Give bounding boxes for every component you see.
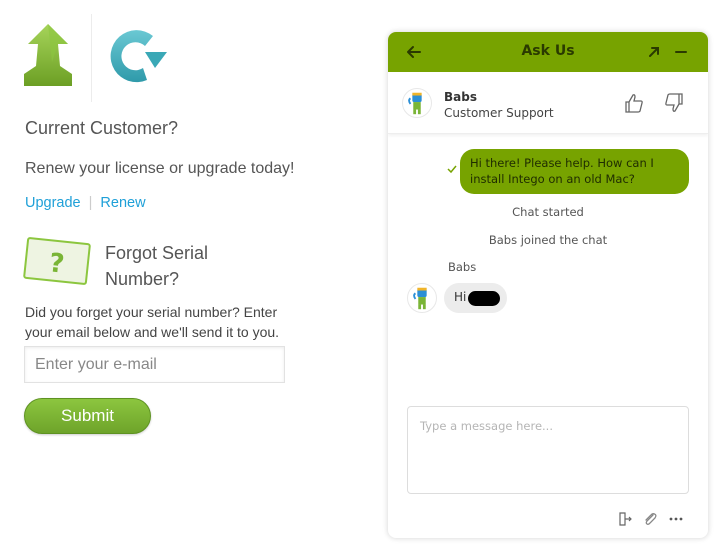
current-customer-heading: Current Customer? xyxy=(25,118,179,138)
svg-text:?: ? xyxy=(48,248,66,279)
agent-avatar xyxy=(402,88,432,118)
chat-widget: Ask Us Babs Customer Support Hi there! P… xyxy=(388,32,708,538)
chat-header: Ask Us xyxy=(388,32,708,72)
forgot-serial-heading: Forgot Serial Number? xyxy=(105,243,209,289)
upgrade-arrow-icon xyxy=(24,24,72,86)
submit-button[interactable]: Submit xyxy=(24,398,151,434)
more-icon[interactable] xyxy=(668,511,684,527)
outgoing-message: Hi there! Please help. How can I install… xyxy=(460,149,689,194)
sent-check-icon xyxy=(447,165,457,174)
incoming-message-text: Hi xyxy=(454,290,467,304)
agent-bar: Babs Customer Support xyxy=(388,72,708,134)
incoming-message: Hi xyxy=(444,283,507,313)
message-sender: Babs xyxy=(448,260,477,274)
renew-link[interactable]: Renew xyxy=(100,195,145,211)
minimize-icon[interactable] xyxy=(673,44,689,60)
upgrade-link[interactable]: Upgrade xyxy=(25,195,81,211)
agent-mascot-icon xyxy=(408,92,422,115)
product-logos xyxy=(22,14,182,102)
email-input[interactable] xyxy=(24,346,285,383)
agent-mascot-icon xyxy=(413,287,427,310)
system-message: Chat started xyxy=(512,205,584,219)
logo-divider xyxy=(91,14,92,102)
message-input[interactable] xyxy=(407,406,689,494)
renew-circle-icon xyxy=(110,30,167,83)
customer-links: Upgrade | Renew xyxy=(25,195,146,211)
agent-role: Customer Support xyxy=(444,106,554,120)
attach-icon[interactable] xyxy=(642,511,658,527)
popout-icon[interactable] xyxy=(646,44,662,60)
thumbs-down-icon[interactable] xyxy=(664,92,684,114)
message-avatar xyxy=(407,283,437,313)
agent-name: Babs xyxy=(444,90,477,104)
end-chat-icon[interactable] xyxy=(617,511,633,527)
renew-prompt: Renew your license or upgrade today! xyxy=(25,160,295,177)
thumbs-up-icon[interactable] xyxy=(624,92,644,114)
link-separator: | xyxy=(88,195,93,211)
system-message: Babs joined the chat xyxy=(488,233,608,247)
serial-card-icon: ? xyxy=(23,237,91,285)
redaction-mark xyxy=(468,291,500,306)
forgot-serial-text: Did you forget your serial number? Enter… xyxy=(25,304,280,340)
